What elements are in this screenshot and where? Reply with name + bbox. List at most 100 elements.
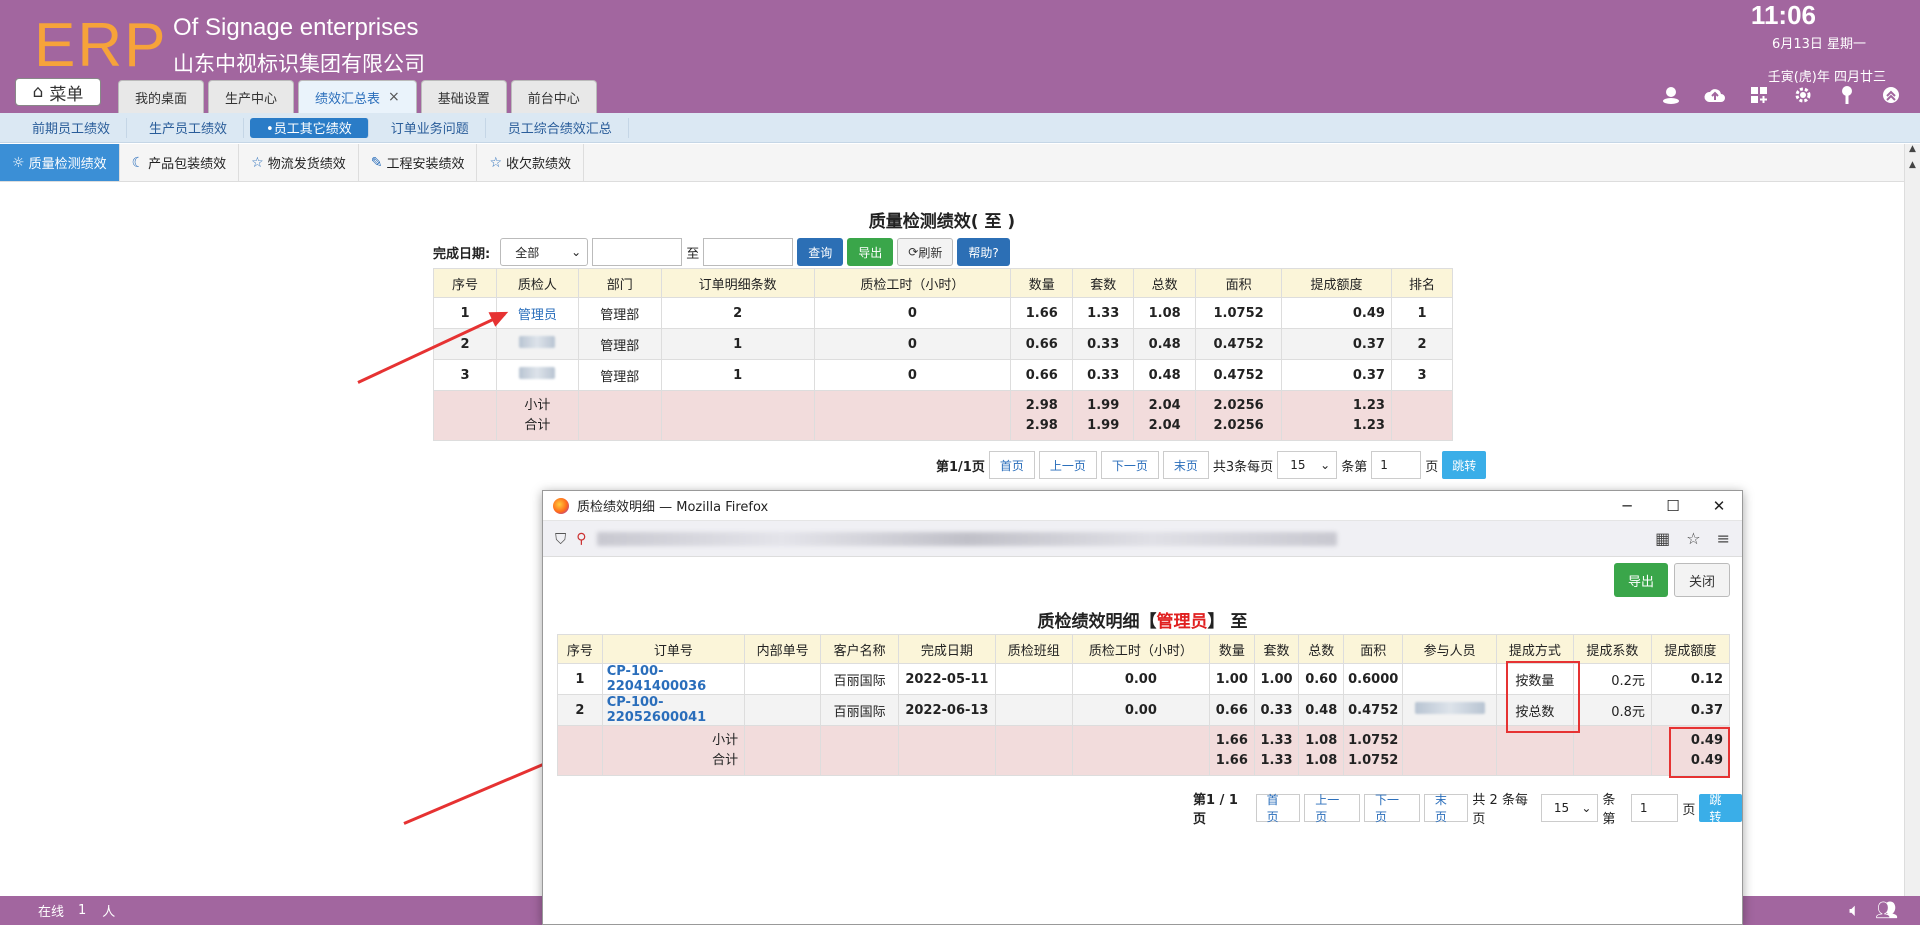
page-title: 质量检测绩效( 至 ) [868,212,1016,232]
order-number-link[interactable]: CP-100-22041400036 [601,663,746,695]
subtotal-value: 2.0256 [1213,397,1264,413]
redacted-name[interactable] [519,336,556,348]
column-header: 提成额度 [1650,634,1731,664]
apps-grid-icon[interactable] [1748,84,1770,106]
tab-front-center[interactable]: 前台中心 [510,80,597,113]
column-header: 总数 [1298,634,1345,664]
prev-page-button[interactable]: 上一页 [1038,451,1097,479]
table-row: 3 管理部 1 0 0.66 0.33 0.48 0.4752 0.37 3 [433,359,1454,391]
maximize-icon[interactable]: ☐ [1650,491,1696,521]
export-button[interactable]: 导出 [847,238,894,266]
cell-qty: 0.66 [1010,328,1074,360]
subtotal-value: 2.98 [1025,397,1058,413]
column-header: 序号 [433,268,497,298]
redacted-name[interactable] [519,367,556,379]
cell-total: 0.48 [1133,328,1197,360]
cell-total: 0.48 [1133,359,1197,391]
tab-basic-settings[interactable]: 基础设置 [420,80,507,113]
next-page-button[interactable]: 下一页 [1364,793,1420,824]
cell-no: 2 [557,694,603,726]
tab-my-desktop[interactable]: 我的桌面 [118,80,205,113]
subnav-early-staff-performance[interactable]: 前期员工绩效 [16,117,128,138]
page-number-input[interactable]: 1 [1371,451,1422,479]
close-icon[interactable]: ✕ [1696,491,1742,521]
jump-button[interactable]: 跳转 [1442,451,1487,479]
clock-time: 11:06 [1750,0,1816,30]
refresh-button[interactable]: ⟳ 刷新 [897,238,954,266]
date-range-select[interactable]: 全部 ⌄ [500,238,589,266]
per-page-value: 15 [1290,458,1306,472]
subnav-other-staff-performance[interactable]: •员工其它绩效 [250,117,369,138]
popup-export-button[interactable]: 导出 [1613,563,1668,597]
window-controls: ─ ☐ ✕ [1604,491,1742,521]
scroll-up-icon[interactable]: ▲ [1905,144,1920,160]
first-page-button[interactable]: 首页 [1255,793,1301,824]
users-icon[interactable]: 👥︎ [1875,900,1898,921]
tab-production-center[interactable]: 生产中心 [208,80,295,113]
subnav-order-issues[interactable]: 订单业务问题 [375,117,486,138]
hamburger-menu-icon[interactable]: ≡ [1717,529,1730,548]
cell-total: 0.60 [1298,663,1345,695]
speaker-icon[interactable]: 🔈︎ [1849,900,1860,921]
per-page-select[interactable]: 15 ⌄ [1540,794,1599,822]
shield-icon[interactable]: ⛉ [555,530,566,548]
bookmark-star-icon[interactable]: ☆ [1686,529,1700,548]
menu-button[interactable]: ⌂ 菜单 [15,78,101,106]
per-page-select[interactable]: 15 ⌄ [1277,451,1338,479]
start-date-input[interactable] [592,238,683,266]
first-page-button[interactable]: 首页 [988,451,1035,479]
chevron-down-icon: ⌄ [571,245,582,259]
qr-code-icon[interactable]: ▦ [1655,529,1670,548]
column-header: 序号 [557,634,603,664]
cell-commission: 0.37 [1650,694,1731,726]
url-text-redacted[interactable] [596,531,1337,546]
scroll-up-icon[interactable]: ▲ [1905,160,1920,176]
query-button[interactable]: 查询 [797,238,844,266]
end-date-input[interactable] [703,238,794,266]
cloud-upload-icon[interactable] [1704,84,1726,106]
tab-label: 前台中心 [527,91,580,107]
tab-close-icon[interactable]: × [388,89,400,105]
cell-total: 0.48 [1298,694,1345,726]
popup-close-button[interactable]: 关闭 [1673,563,1730,597]
subtotal-value: 1.66 [1215,732,1248,748]
column-header: 质检人 [495,268,579,298]
cell-sets: 0.33 [1253,694,1300,726]
minimize-icon[interactable]: ─ [1604,491,1650,521]
sum-qty: 2.98 2.98 [1010,390,1074,441]
clock: 11:06 6月13日 星期一 壬寅(虎)年 四月廿三 [1751,0,1886,85]
jump-button[interactable]: 跳转 [1699,793,1742,824]
cell-commission: 0.12 [1650,663,1731,695]
column-header: 面积 [1195,268,1283,298]
key-icon[interactable] [1836,84,1858,106]
subnav-comprehensive-summary[interactable]: 员工综合绩效汇总 [492,117,629,138]
app-header: ERP Of Signage enterprises 山东中视标识集团有限公司 … [0,0,1920,113]
last-page-button[interactable]: 末页 [1423,793,1469,824]
prev-page-button[interactable]: 上一页 [1304,793,1361,824]
tab-receivables[interactable]: ☆ 收欠款绩效 [477,144,585,181]
tab-product-packaging[interactable]: ☾ 产品包装绩效 [120,144,240,181]
lock-icon[interactable]: ⚲ [576,531,586,547]
next-page-button[interactable]: 下一页 [1100,451,1159,479]
user-icon[interactable] [1660,84,1682,106]
subnav-production-staff-performance[interactable]: 生产员工绩效 [133,117,245,138]
tab-performance-summary[interactable]: 绩效汇总表 × [298,80,417,113]
inspector-link[interactable]: 管理员 [518,308,557,323]
cell-total: 1.08 [1133,297,1197,329]
url-bar: ⛉ ⚲ ▦ ☆ ≡ [543,521,1742,557]
order-number-link[interactable]: CP-100-22052600041 [601,694,746,726]
subtotal-value: 1.0752 [1348,732,1399,748]
page-number-input[interactable]: 1 [1630,794,1679,822]
gear-icon[interactable] [1792,84,1814,106]
tab-logistics-shipping[interactable]: ☆ 物流发货绩效 [239,144,359,181]
last-page-button[interactable]: 末页 [1162,451,1209,479]
highlight-box-method [1506,661,1580,733]
help-button[interactable]: 帮助? [957,238,1010,266]
tab-label: 产品包装绩效 [148,157,227,172]
vertical-scrollbar[interactable]: ▲ ▲ [1904,144,1920,896]
cell-hours: 0 [813,359,1012,391]
tab-quality-inspection[interactable]: ☼ 质量检测绩效 [0,144,120,181]
tab-engineering-installation[interactable]: ✎ 工程安装绩效 [359,144,478,181]
collapse-up-icon[interactable] [1880,84,1902,106]
summary-labels: 小计 合计 [495,390,579,441]
